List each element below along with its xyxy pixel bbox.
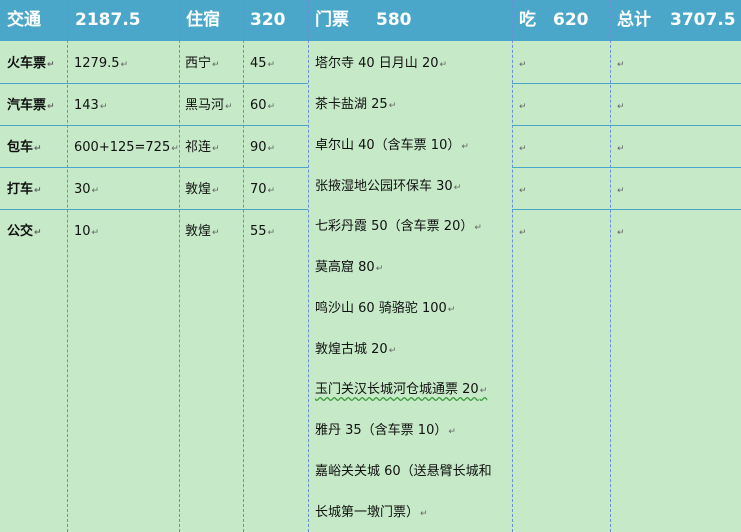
lodging-amount: 55↵ [250,224,276,239]
food-cell: ↵ [519,186,527,196]
total-cell: ↵ [617,144,625,154]
transport-type: 火车票↵ [7,56,55,71]
transport-type: 汽车票↵ [7,98,55,113]
header-tickets-label: 门票 [315,10,349,30]
row-divider [0,209,308,210]
row-divider [512,167,741,168]
total-cell: ↵ [617,228,625,238]
ticket-item: 嘉峪关关城 60（送悬臂长城和 [315,464,492,479]
ticket-item: 张掖湿地公园环保车 30↵ [315,179,462,194]
lodging-place: 敦煌↵ [185,182,220,197]
row-divider [512,83,741,84]
lodging-amount: 45↵ [250,56,276,71]
header-tickets-total: 580 [376,10,412,30]
transport-amount: 600+125=725↵ [74,140,179,155]
row-divider [0,83,308,84]
table-header: 交通 2187.5 住宿 320 门票 580 吃 620 总计 3707.5 [0,0,741,41]
transport-amount: 1279.5↵ [74,56,129,71]
food-cell: ↵ [519,228,527,238]
header-sum-total: 3707.5 [670,10,736,30]
transport-type: 打车↵ [7,182,42,197]
ticket-item: 敦煌古城 20↵ [315,342,397,357]
row-divider [0,167,308,168]
header-food-label: 吃 [519,10,536,30]
ticket-item: 长城第一墩门票）↵ [315,505,428,520]
header-sum-label: 总计 [617,10,651,30]
total-cell: ↵ [617,186,625,196]
transport-type: 公交↵ [7,224,42,239]
header-transport-label: 交通 [7,10,41,30]
transport-amount: 10↵ [74,224,100,239]
ticket-item: 塔尔寺 40 日月山 20↵ [315,56,448,71]
ticket-item: 鸣沙山 60 骑骆驼 100↵ [315,301,456,316]
lodging-amount: 70↵ [250,182,276,197]
food-cell: ↵ [519,60,527,70]
expense-table: 交通 2187.5 住宿 320 门票 580 吃 620 总计 3707.5 … [0,0,741,532]
lodging-amount: 60↵ [250,98,276,113]
header-lodging-label: 住宿 [186,10,220,30]
food-cell: ↵ [519,144,527,154]
ticket-item: 玉门关汉长城河仓城通票 20↵ [315,382,488,397]
header-lodging-total: 320 [250,10,286,30]
row-divider [512,125,741,126]
lodging-place: 敦煌↵ [185,224,220,239]
row-divider [0,125,308,126]
total-cell: ↵ [617,102,625,112]
ticket-item: 雅丹 35（含车票 10）↵ [315,423,456,438]
column-divider [243,0,244,532]
column-divider [67,0,68,532]
column-divider [512,0,513,532]
column-divider [308,0,309,532]
ticket-item: 茶卡盐湖 25↵ [315,97,397,112]
lodging-place: 祁连↵ [185,140,220,155]
ticket-item: 卓尔山 40（含车票 10）↵ [315,138,469,153]
column-divider [179,0,180,532]
lodging-place: 黑马河↵ [185,98,233,113]
row-divider [512,209,741,210]
transport-amount: 143↵ [74,98,108,113]
transport-amount: 30↵ [74,182,100,197]
transport-type: 包车↵ [7,140,42,155]
ticket-item: 七彩丹霞 50（含车票 20）↵ [315,219,482,234]
header-food-total: 620 [553,10,589,30]
lodging-place: 西宁↵ [185,56,220,71]
header-transport-total: 2187.5 [75,10,141,30]
lodging-amount: 90↵ [250,140,276,155]
food-cell: ↵ [519,102,527,112]
total-cell: ↵ [617,60,625,70]
ticket-item: 莫高窟 80↵ [315,260,384,275]
column-divider [610,0,611,532]
